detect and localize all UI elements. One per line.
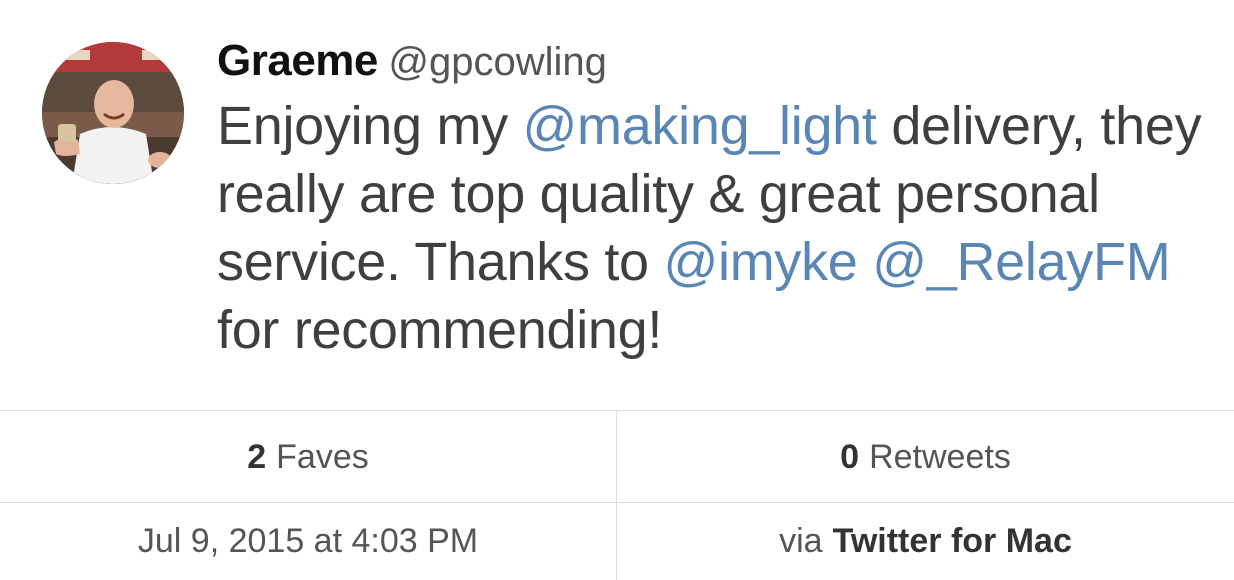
- tweet-text-part: for recommending!: [217, 300, 663, 360]
- retweets-label: Retweets: [869, 437, 1011, 476]
- tweet-text: Enjoying my @making_light delivery, they…: [217, 92, 1207, 364]
- tweet-detail: Graeme @gpcowling Enjoying my @making_li…: [0, 0, 1234, 580]
- client-name[interactable]: Twitter for Mac: [833, 522, 1072, 561]
- avatar-photo: [42, 42, 184, 184]
- tweet-text-part: Enjoying my: [217, 96, 523, 156]
- retweets-count: 0: [840, 437, 860, 476]
- timestamp-text: Jul 9, 2015 at 4:03 PM: [137, 522, 479, 560]
- faves-count: 2: [247, 437, 267, 476]
- faves-label: Faves: [276, 437, 369, 476]
- mention-link[interactable]: @making_light: [523, 96, 877, 156]
- retweets-stat[interactable]: 0 Retweets: [617, 411, 1234, 503]
- mention-link[interactable]: @_RelayFM: [872, 232, 1170, 292]
- avatar[interactable]: [42, 42, 184, 184]
- tweet-text-part: [858, 232, 873, 292]
- timestamp: Jul 9, 2015 at 4:03 PM: [0, 503, 616, 580]
- via-label: via: [779, 522, 823, 560]
- mention-link[interactable]: @imyke: [664, 232, 858, 292]
- client-source: via Twitter for Mac: [617, 503, 1234, 580]
- faves-stat[interactable]: 2 Faves: [0, 411, 616, 503]
- tweet-header: Graeme @gpcowling: [217, 36, 607, 86]
- author-handle[interactable]: @gpcowling: [388, 40, 607, 84]
- author-name[interactable]: Graeme: [217, 36, 378, 85]
